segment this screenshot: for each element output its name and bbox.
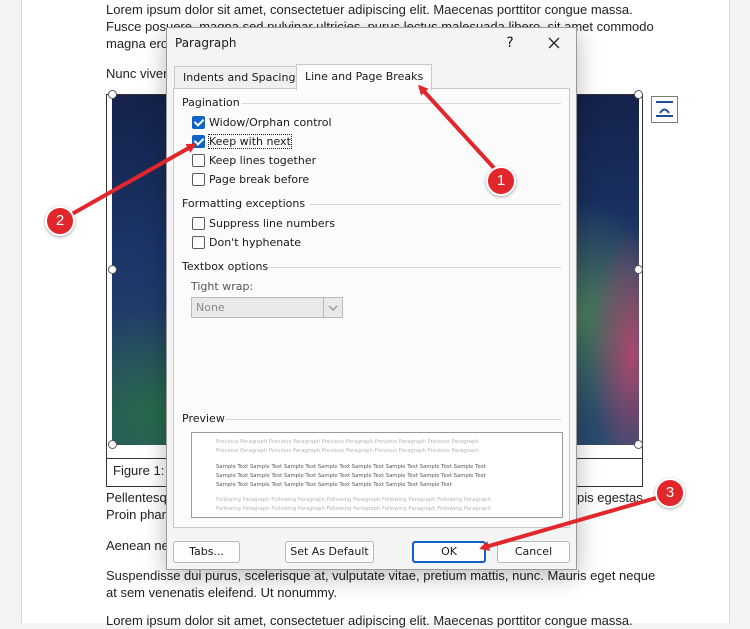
callout-badge-1: 1 [486, 166, 516, 196]
arrow-2 [71, 143, 197, 216]
callout-badge-3: 3 [655, 478, 685, 508]
arrow-1 [417, 84, 496, 170]
arrow-3 [479, 496, 657, 551]
annotation-arrows [71, 84, 657, 551]
callout-badge-2: 2 [45, 206, 75, 236]
